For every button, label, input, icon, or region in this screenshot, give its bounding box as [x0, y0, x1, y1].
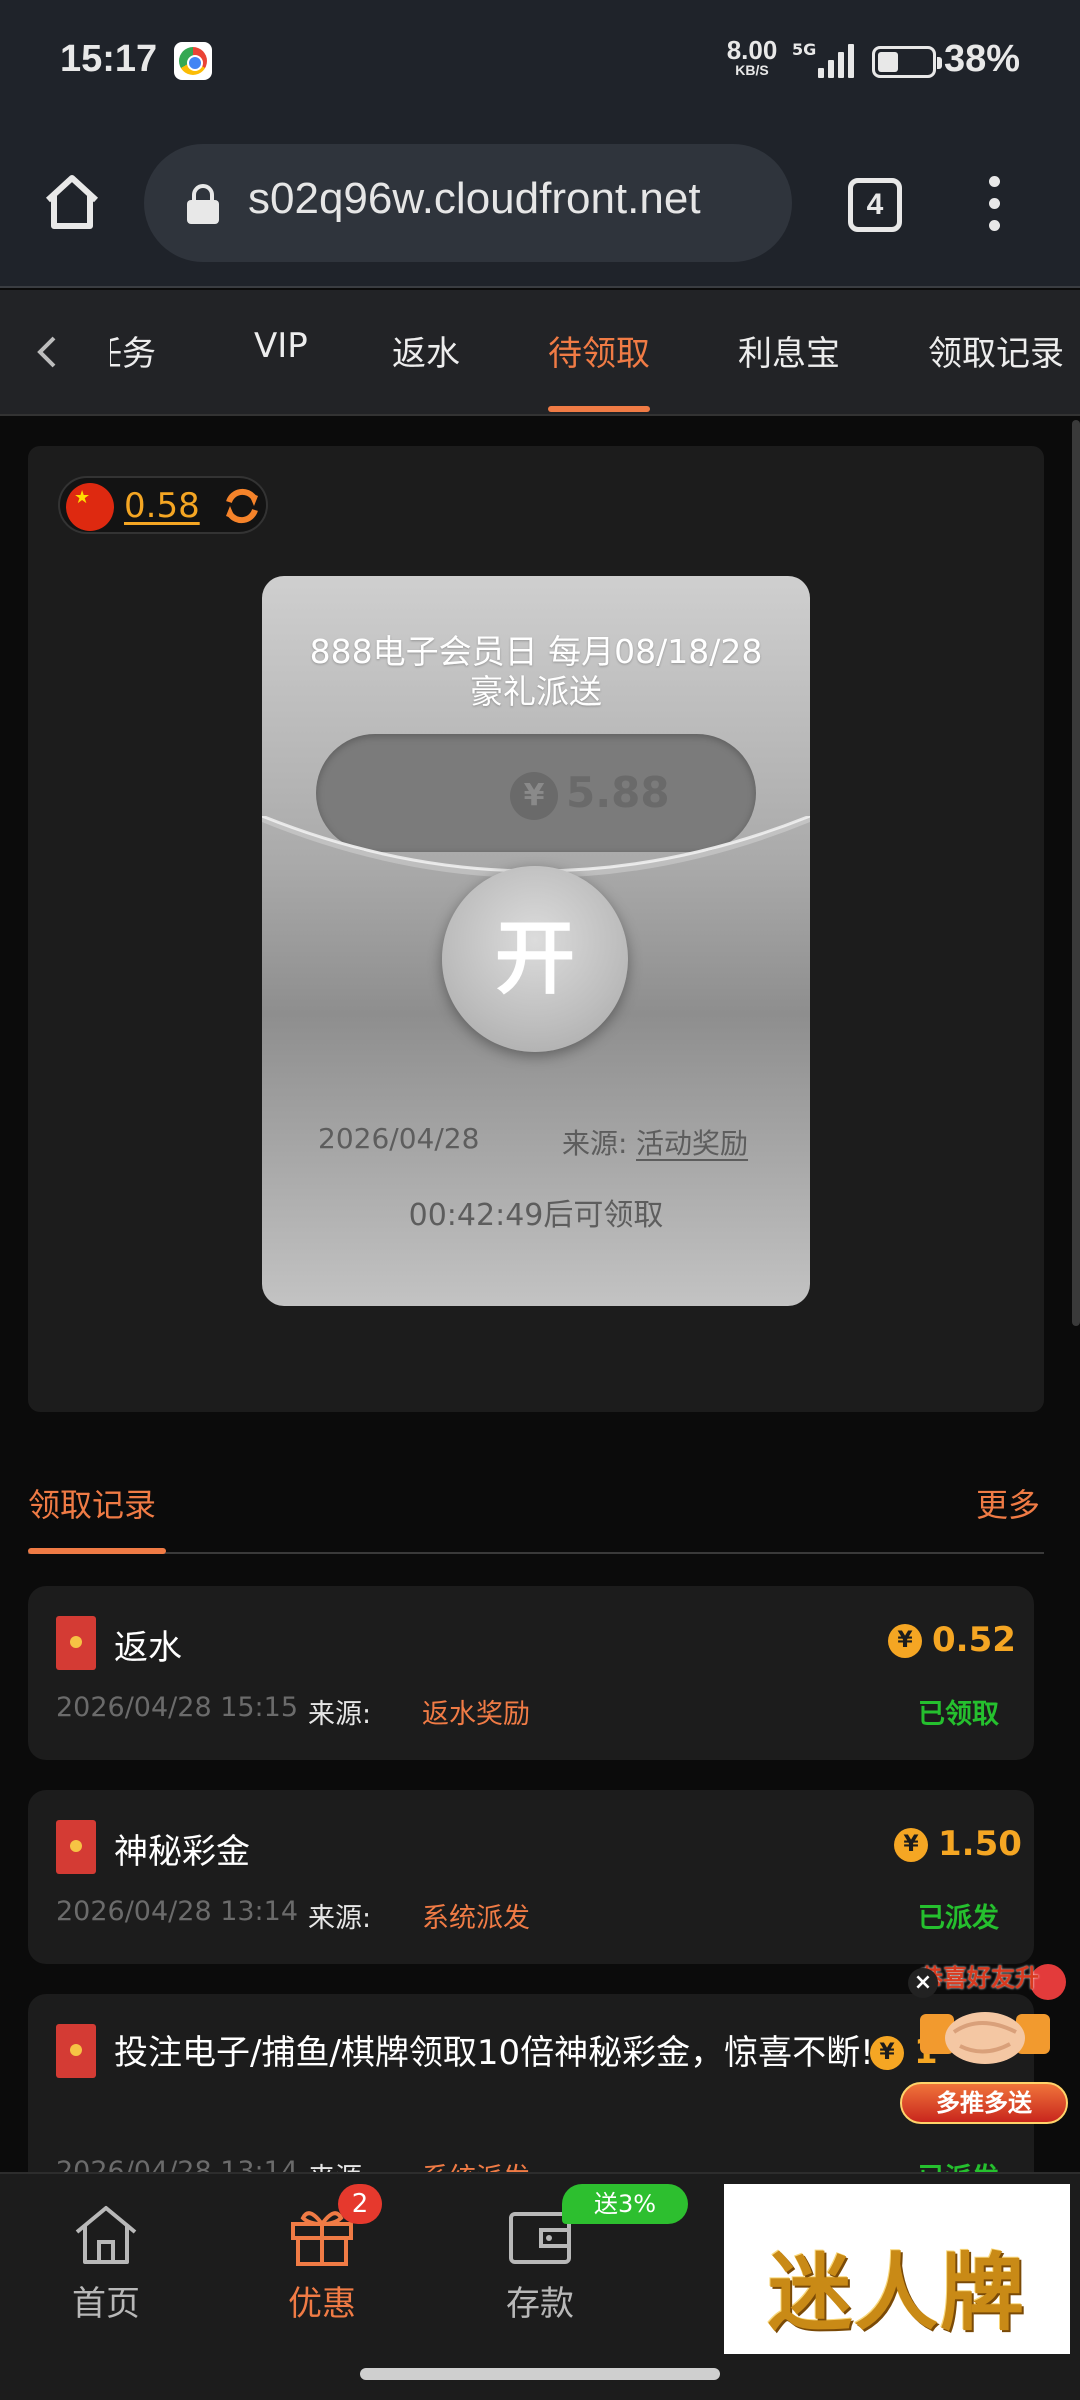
brand-logo: 迷人牌 — [724, 2184, 1070, 2376]
home-indicator[interactable] — [360, 2368, 720, 2380]
envelope-source-label: 来源: — [562, 1127, 628, 1160]
red-envelope-card: 888电子会员日 每月08/18/28 豪礼派送 ¥ 5.88 开 2026/0… — [262, 576, 810, 1306]
envelope-amount: 5.88 — [566, 768, 670, 817]
handshake-icon — [920, 2012, 1050, 2064]
claim-countdown: 00:42:49后可领取 — [408, 1198, 664, 1233]
network-speed: 8.00 KB/S — [720, 35, 784, 78]
tab-switcher-button[interactable]: 4 — [848, 178, 902, 232]
status-time: 15:17 — [60, 38, 158, 80]
record-name: 投注电子/捕鱼/棋牌领取10倍神秘彩金，惊喜不断! — [114, 2033, 874, 2073]
browser-toolbar: s02q96w.cloudfront.net 4 — [0, 120, 1080, 288]
chrome-notification-icon — [174, 42, 212, 80]
signal-icon — [816, 44, 856, 78]
tab-vip[interactable]: VIP — [254, 326, 308, 366]
more-menu-icon[interactable] — [986, 176, 1002, 232]
record-source-label: 来源: — [308, 1699, 372, 1730]
promo-button[interactable]: 多推多送 — [900, 2082, 1068, 2124]
record-name: 神秘彩金 — [114, 1832, 250, 1872]
open-envelope-button[interactable]: 开 — [442, 866, 628, 1052]
battery-level: 38% — [944, 38, 1021, 80]
records-section-title: 领取记录 — [28, 1486, 157, 1524]
tab-claim-history[interactable]: 领取记录 — [928, 326, 1064, 375]
nav-promotions-label: 优惠 — [288, 2284, 356, 2324]
balance-value: 0.58 — [124, 486, 200, 526]
nav-home[interactable]: 首页 — [46, 2202, 166, 2325]
nav-deposit-label: 存款 — [506, 2284, 574, 2324]
envelope-date: 2026/04/28 — [318, 1122, 480, 1155]
record-source: 返水奖励 — [422, 1699, 530, 1730]
promotions-badge: 2 — [338, 2184, 382, 2224]
brand-logo-text: 迷人牌 — [767, 2244, 1026, 2342]
lock-icon — [187, 184, 219, 224]
house-icon — [75, 2206, 137, 2264]
network-speed-value: 8.00 — [726, 35, 778, 65]
record-card[interactable]: 返水 2026/04/28 15:15 来源: 返水奖励 ¥ 0.52 已领取 — [28, 1586, 1034, 1760]
battery-icon — [872, 46, 942, 78]
record-amount: 0.52 — [932, 1620, 1016, 1660]
record-datetime: 2026/04/28 15:15 — [56, 1692, 299, 1723]
yen-coin-icon: ¥ — [888, 1624, 922, 1658]
record-card[interactable]: 神秘彩金 2026/04/28 13:14 来源: 系统派发 ¥ 1.50 已派… — [28, 1790, 1034, 1964]
records-more-link[interactable]: 更多 — [976, 1480, 1040, 1526]
record-status: 已派发 — [918, 1903, 999, 1934]
record-status: 已领取 — [918, 1699, 999, 1730]
tab-rebate[interactable]: 返水 — [392, 326, 460, 375]
balance-pill: ★ 0.58 — [58, 476, 268, 534]
record-amount: 1.50 — [938, 1824, 1022, 1864]
red-envelope-icon — [56, 1616, 96, 1670]
record-source: 系统派发 — [422, 1903, 530, 1934]
records-title-underline — [28, 1548, 166, 1554]
china-flag-icon: ★ — [66, 483, 114, 531]
status-bar: 15:17 8.00 KB/S 5G 38% — [0, 0, 1080, 120]
scrollbar[interactable] — [1072, 420, 1080, 1326]
red-envelope-icon — [56, 1820, 96, 1874]
tab-pending[interactable]: 待领取 — [548, 326, 650, 375]
envelope-title: 888电子会员日 每月08/18/28 豪礼派送 — [309, 632, 763, 711]
yen-coin-icon: ¥ — [870, 2036, 904, 2070]
yen-coin-icon: ¥ — [510, 772, 558, 820]
referral-promo-widget[interactable]: 恭喜好友升 × 多推多送 — [900, 1958, 1070, 2128]
record-name: 返水 — [114, 1628, 182, 1668]
tab-interest[interactable]: 利息宝 — [738, 326, 840, 375]
url-text: s02q96w.cloudfront.net — [248, 174, 701, 223]
nav-home-label: 首页 — [72, 2284, 140, 2324]
record-source-label: 来源: — [308, 1903, 372, 1934]
record-card[interactable]: 投注电子/捕鱼/棋牌领取10倍神秘彩金，惊喜不断! 2026/04/28 13:… — [28, 1994, 1034, 2194]
active-tab-indicator — [548, 406, 650, 412]
records-divider — [28, 1552, 1044, 1554]
tab-tasks[interactable]: 任务 — [110, 326, 170, 375]
category-tabs: 任务 VIP 返水 待领取 利息宝 领取记录 — [0, 290, 1080, 416]
home-icon[interactable] — [40, 170, 104, 234]
tab-tasks-label: 任务 — [110, 334, 156, 374]
envelope-source-link[interactable]: 活动奖励 — [636, 1122, 748, 1162]
yen-coin-icon: ¥ — [894, 1828, 928, 1862]
network-type: 5G — [792, 40, 817, 59]
record-datetime: 2026/04/28 13:14 — [56, 1896, 299, 1927]
pending-rewards-panel: ★ 0.58 888电子会员日 每月08/18/28 豪礼派送 ¥ 5.88 开… — [28, 446, 1044, 1412]
address-bar[interactable]: s02q96w.cloudfront.net — [144, 144, 792, 262]
chevron-left-icon[interactable] — [28, 332, 68, 372]
deposit-bonus-badge: 送3% — [562, 2184, 688, 2224]
refresh-icon[interactable] — [220, 484, 264, 528]
screen: 15:17 8.00 KB/S 5G 38% s02q96w.cloudfron… — [0, 0, 1080, 2400]
